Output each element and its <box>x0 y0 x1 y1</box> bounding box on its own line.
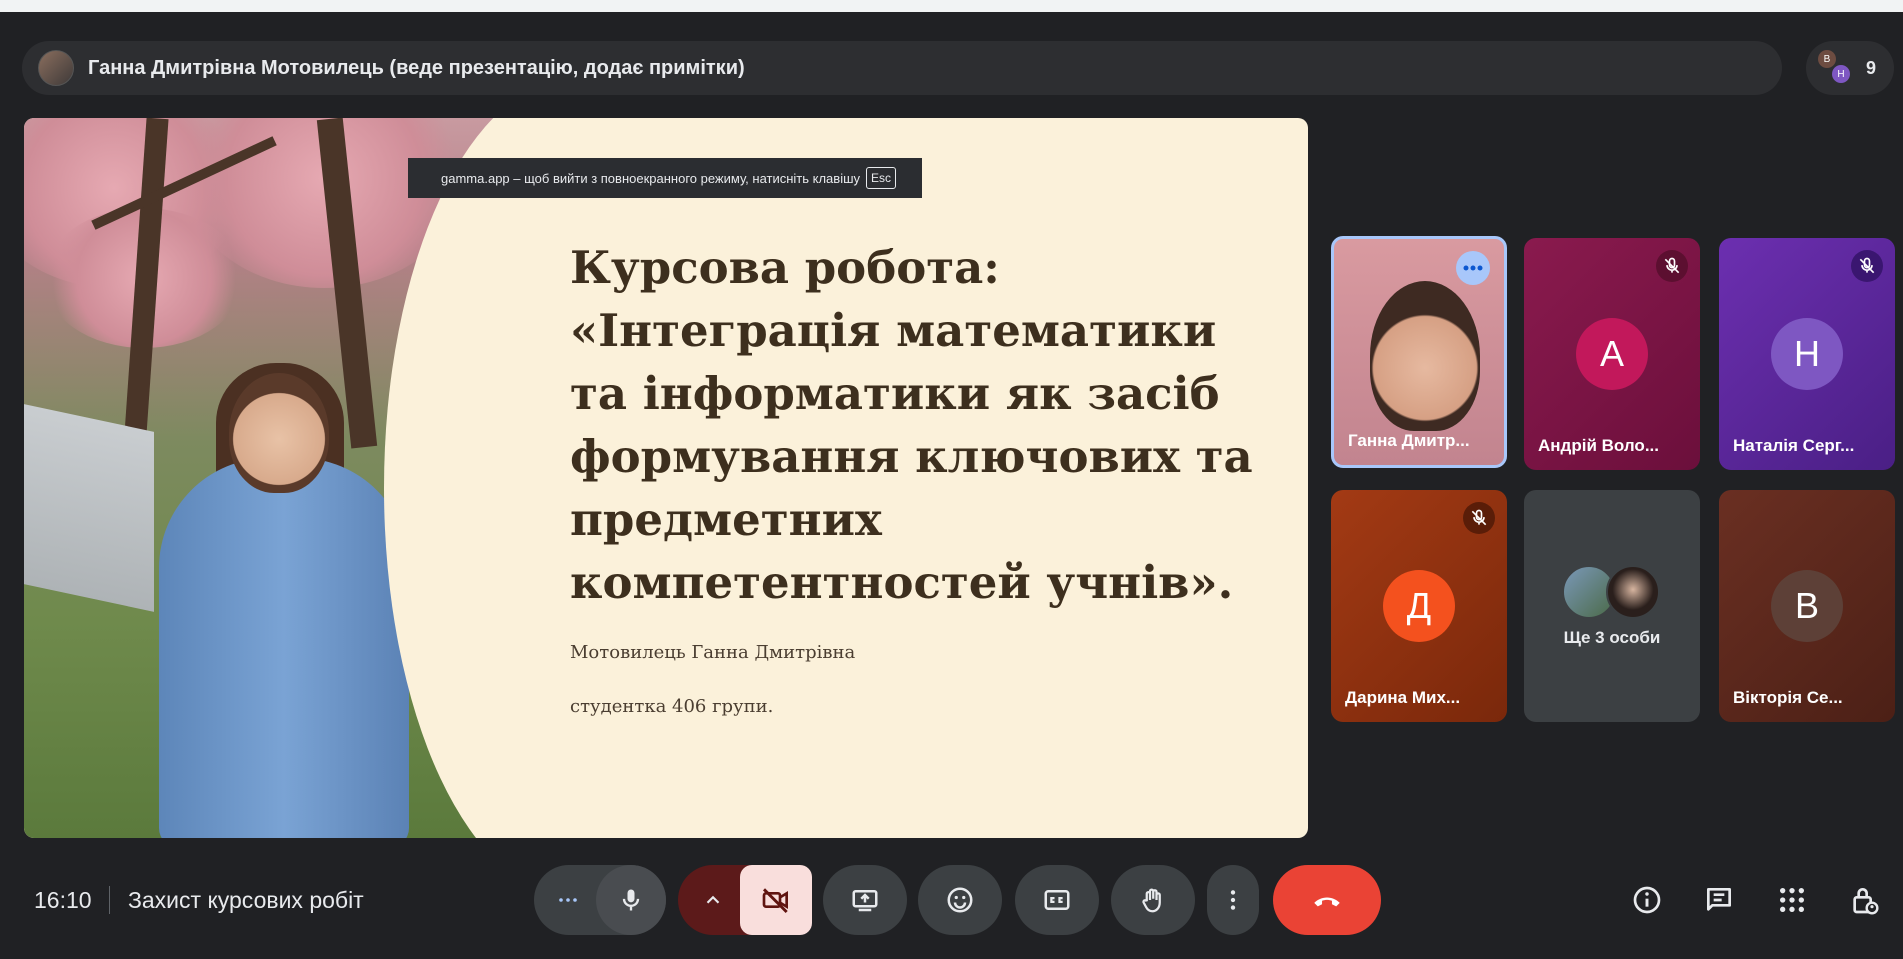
others-avatar <box>1606 565 1660 619</box>
host-controls-icon <box>1848 884 1880 916</box>
mic-icon <box>617 886 645 914</box>
participant-tile[interactable]: Д Дарина Мих... <box>1331 490 1507 722</box>
present-button[interactable] <box>823 865 907 935</box>
present-screen-icon <box>850 885 880 915</box>
mic-button[interactable] <box>596 865 666 935</box>
participant-tile[interactable]: Н Наталія Серг... <box>1719 238 1895 470</box>
participant-avatar: В <box>1771 570 1843 642</box>
participant-tile-self[interactable]: Ганна Дмитр... <box>1331 236 1507 468</box>
mic-off-icon <box>1656 250 1688 282</box>
bottom-toolbar: 16:10 Захист курсових робіт <box>0 860 1903 940</box>
others-tile[interactable]: Ще 3 особи <box>1524 490 1700 722</box>
slide-title: Курсова робота: «Інтеграція математики т… <box>570 241 1253 609</box>
participant-name: Дарина Мих... <box>1345 688 1461 707</box>
meeting-title: Захист курсових робіт <box>128 887 364 913</box>
more-horiz-icon <box>556 888 580 912</box>
info-icon <box>1631 884 1663 916</box>
fullscreen-notice-text: gamma.app – щоб вийти з повноекранного р… <box>441 170 861 186</box>
raise-hand-icon <box>1138 885 1168 915</box>
others-label: Ще 3 особи <box>1563 628 1661 647</box>
footer-divider <box>109 886 110 914</box>
camera-toggle-button[interactable] <box>740 865 812 935</box>
audio-settings-button[interactable] <box>534 865 666 935</box>
videocam-off-icon <box>760 884 792 916</box>
emoji-icon <box>945 885 975 915</box>
participant-name: Ганна Дмитр... <box>1348 431 1470 450</box>
mic-off-icon <box>1463 502 1495 534</box>
participant-video <box>1370 281 1480 431</box>
captions-button[interactable] <box>1015 865 1099 935</box>
browser-top-edge <box>0 0 1903 12</box>
participant-tile[interactable]: А Андрій Воло... <box>1524 238 1700 470</box>
esc-key: Esc <box>866 167 897 189</box>
mini-avatar: Н <box>1832 65 1850 83</box>
call-end-icon <box>1310 883 1344 917</box>
chat-button[interactable] <box>1701 882 1737 918</box>
more-vert-icon <box>1220 887 1246 913</box>
activities-button[interactable] <box>1774 882 1810 918</box>
captions-icon <box>1042 885 1072 915</box>
presenter-avatar <box>38 50 74 86</box>
participant-count: 9 <box>1865 57 1876 78</box>
slide-author: Мотовилець Ганна Дмитрівна <box>570 642 856 663</box>
participant-name: Андрій Воло... <box>1538 436 1659 455</box>
chevron-up-icon <box>702 889 724 911</box>
camera-options-button[interactable] <box>678 865 812 935</box>
participant-avatar: Н <box>1771 318 1843 390</box>
apps-icon <box>1776 884 1808 916</box>
host-controls-button[interactable] <box>1846 882 1882 918</box>
reactions-button[interactable] <box>918 865 1002 935</box>
more-options-button[interactable] <box>1207 865 1259 935</box>
participant-avatar: Д <box>1383 570 1455 642</box>
participant-avatar: А <box>1576 318 1648 390</box>
fullscreen-notice: gamma.app – щоб вийти з повноекранного р… <box>408 158 922 198</box>
clock: 16:10 <box>34 887 92 913</box>
slide-group: студентка 406 групи. <box>570 696 774 717</box>
presentation-slide: Курсова робота: «Інтеграція математики т… <box>24 118 1308 838</box>
people-button[interactable]: B Н 9 <box>1806 41 1894 95</box>
presenter-banner[interactable]: Ганна Дмитрівна Мотовилець (веде презент… <box>22 41 1782 95</box>
more-options-icon[interactable] <box>1456 251 1490 285</box>
participant-name: Вікторія Се... <box>1733 688 1843 707</box>
leave-call-button[interactable] <box>1273 865 1381 935</box>
presenter-text: Ганна Дмитрівна Мотовилець (веде презент… <box>88 56 745 79</box>
raise-hand-button[interactable] <box>1111 865 1195 935</box>
participant-name: Наталія Серг... <box>1733 436 1855 455</box>
participant-tile[interactable]: В Вікторія Се... <box>1719 490 1895 722</box>
chat-icon <box>1703 884 1735 916</box>
mic-off-icon <box>1851 250 1883 282</box>
meeting-details-button[interactable] <box>1629 882 1665 918</box>
mini-avatar: B <box>1818 50 1836 68</box>
